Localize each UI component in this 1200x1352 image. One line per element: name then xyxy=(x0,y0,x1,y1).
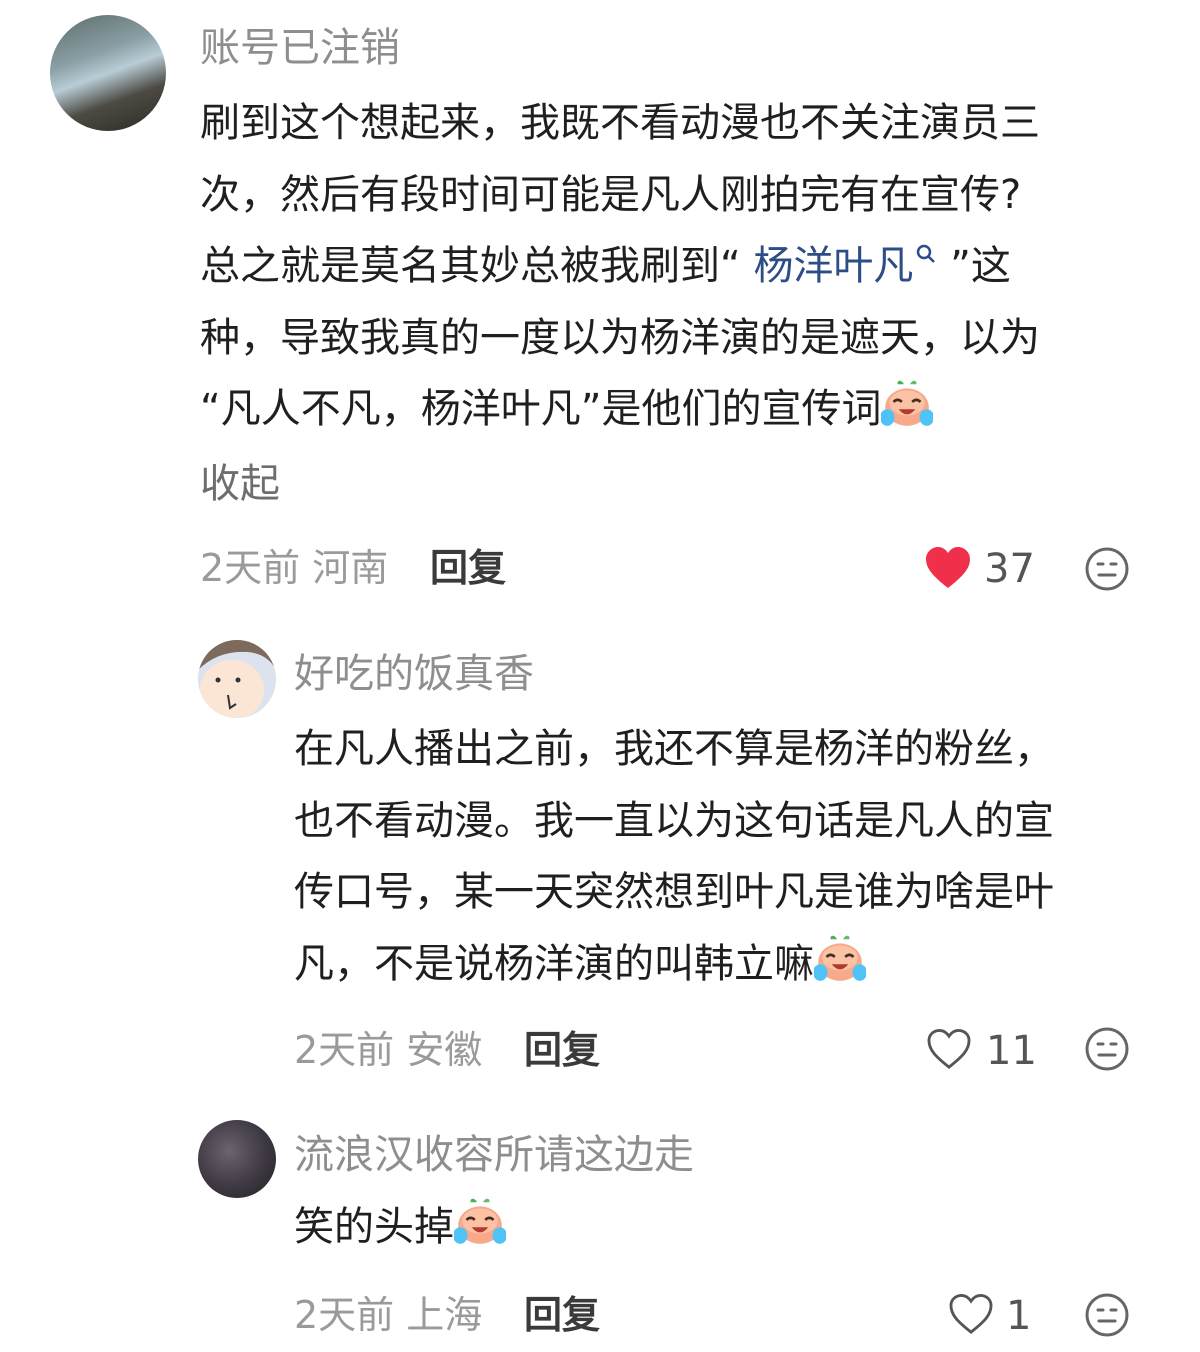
comment-line: 传口号，某一天突然想到叶凡是谁为啥是叶 xyxy=(294,869,1054,915)
comment-text: 刷到这个想起来，我既不看动漫也不关注演员三 次，然后有段时间可能是凡人刚拍完有在… xyxy=(200,88,1040,446)
comment-text-segment: 凡，不是说杨洋演的叫韩立嘛 xyxy=(294,940,814,987)
crying-emoji xyxy=(881,378,933,430)
dislike-face-icon[interactable] xyxy=(1084,546,1130,592)
like-count: 11 xyxy=(986,1028,1037,1074)
location: 河南 xyxy=(312,546,389,590)
location: 上海 xyxy=(406,1293,483,1337)
comment-text: 在凡人播出之前，我还不算是杨洋的粉丝， 也不看动漫。我一直以为这句话是凡人的宣 … xyxy=(294,714,1054,1000)
timestamp: 2天前 xyxy=(294,1293,395,1337)
comment-line: “凡人不凡，杨洋叶凡”是他们的宣传词 xyxy=(200,374,1040,446)
search-link-label: 杨洋叶凡 xyxy=(753,243,914,289)
timestamp: 2天前 xyxy=(200,546,301,590)
comment-line: 次，然后有段时间可能是凡人刚拍完有在宣传? xyxy=(200,171,1022,218)
comment-text: 笑的头掉 xyxy=(294,1192,506,1264)
comment-line: 在凡人播出之前，我还不算是杨洋的粉丝， xyxy=(294,726,1054,772)
search-link[interactable]: 杨洋叶凡 xyxy=(753,243,937,289)
heart-icon[interactable] xyxy=(924,546,972,590)
crying-emoji xyxy=(814,933,866,985)
comment-line: 凡，不是说杨洋演的叫韩立嘛 xyxy=(294,929,1054,1001)
comment-text-segment: “凡人不凡，杨洋叶凡”是他们的宣传词 xyxy=(200,386,882,432)
comment-text-segment: 笑的头掉 xyxy=(294,1204,454,1250)
avatar[interactable] xyxy=(50,15,166,131)
avatar-illustration xyxy=(198,640,276,718)
heart-icon[interactable] xyxy=(948,1293,994,1335)
dislike-face-icon[interactable] xyxy=(1084,1026,1130,1072)
avatar[interactable] xyxy=(198,640,276,718)
comment-line: 刷到这个想起来，我既不看动漫也不关注演员三 xyxy=(200,100,1040,146)
like-count: 1 xyxy=(1006,1293,1032,1339)
collapse-button[interactable]: 收起 xyxy=(200,464,280,504)
timestamp: 2天前 xyxy=(294,1028,395,1072)
reply-button[interactable]: 回复 xyxy=(430,549,506,587)
username[interactable]: 好吃的饭真香 xyxy=(294,654,534,694)
like-count: 37 xyxy=(984,546,1035,592)
avatar[interactable] xyxy=(198,1120,276,1198)
reply-button[interactable]: 回复 xyxy=(524,1031,600,1069)
comment-line: 总之就是莫名其妙总被我刷到“ 杨洋叶凡 ”这 xyxy=(200,231,1040,303)
search-icon xyxy=(917,244,936,263)
comment-line: 笑的头掉 xyxy=(294,1192,506,1264)
comment-text-segment: ”这 xyxy=(937,243,1011,289)
comment-line: 也不看动漫。我一直以为这句话是凡人的宣 xyxy=(294,797,1054,844)
crying-emoji xyxy=(454,1196,506,1248)
comment-meta: 2天前 河南 xyxy=(200,549,388,587)
comment-meta: 2天前 上海 xyxy=(294,1296,482,1334)
dislike-face-icon[interactable] xyxy=(1084,1292,1130,1338)
comment-line: 种，导致我真的一度以为杨洋演的是遮天，以为 xyxy=(200,314,1040,361)
username[interactable]: 账号已注销 xyxy=(200,28,400,68)
reply-button[interactable]: 回复 xyxy=(524,1296,600,1334)
username[interactable]: 流浪汉收容所请这边走 xyxy=(294,1135,694,1175)
heart-icon[interactable] xyxy=(926,1028,972,1070)
location: 安徽 xyxy=(406,1028,483,1072)
comment-text-segment: 总之就是莫名其妙总被我刷到“ xyxy=(200,243,754,289)
comment-meta: 2天前 安徽 xyxy=(294,1031,482,1069)
